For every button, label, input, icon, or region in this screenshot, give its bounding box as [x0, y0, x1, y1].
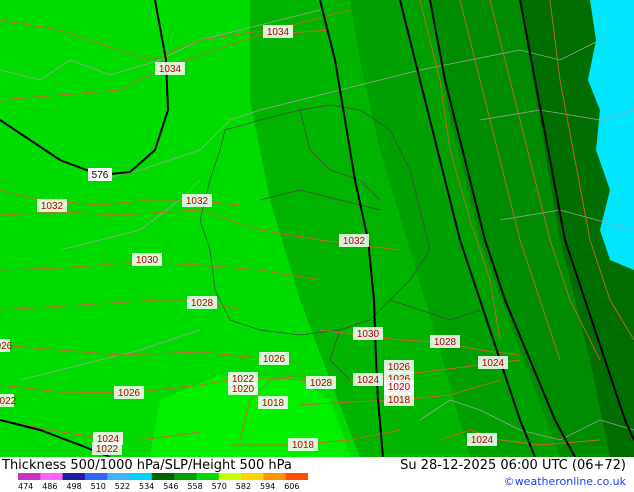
legend-swatch: [107, 473, 130, 480]
slp-label: 1032: [182, 194, 212, 207]
slp-label: 1034: [155, 62, 185, 75]
svg-text:1030: 1030: [357, 329, 380, 340]
footer: Thickness 500/1000 hPa/SLP/Height 500 hP…: [0, 457, 634, 491]
slp-label: 1026: [384, 360, 414, 373]
slp-label: 1026: [114, 386, 144, 399]
slp-label: 1034: [263, 25, 293, 38]
color-legend: 474 486 498 510 522 534 546 558 570 582 594 606: [18, 472, 308, 491]
slp-label: 1028: [430, 335, 460, 348]
map-title: Thickness 500/1000 hPa/SLP/Height 500 hP…: [2, 458, 292, 473]
svg-text:1020: 1020: [232, 384, 255, 395]
slp-label: 1022: [92, 442, 122, 455]
legend-swatch: [263, 473, 287, 480]
svg-text:1024: 1024: [357, 375, 380, 386]
svg-text:1032: 1032: [186, 196, 209, 207]
slp-label: 1018: [288, 438, 318, 451]
svg-text:1032: 1032: [343, 236, 366, 247]
slp-label: 1020: [228, 382, 258, 395]
legend-ticks: 474 486 498 510 522 534 546 558 570 582 594 606: [18, 482, 318, 492]
svg-text:1028: 1028: [310, 378, 333, 389]
credit-link[interactable]: ©weatheronline.co.uk: [504, 475, 626, 488]
svg-text:576: 576: [92, 170, 109, 181]
svg-text:1030: 1030: [136, 255, 159, 266]
svg-text:1018: 1018: [262, 398, 285, 409]
legend-swatch: [241, 473, 264, 480]
svg-text:1032: 1032: [41, 201, 64, 212]
svg-text:1026: 1026: [0, 341, 13, 352]
slp-label: 1022: [0, 394, 17, 407]
height-label: 576: [88, 168, 112, 181]
legend-swatch: [40, 473, 64, 480]
slp-label: 1032: [339, 234, 369, 247]
slp-label: 1020: [384, 380, 414, 393]
slp-label: 1028: [306, 376, 336, 389]
legend-swatch: [129, 473, 153, 480]
slp-label: 1024: [467, 433, 497, 446]
legend-swatch: [62, 473, 86, 480]
svg-text:1026: 1026: [263, 354, 286, 365]
slp-label: 1026: [259, 352, 289, 365]
svg-text:1028: 1028: [191, 298, 214, 309]
svg-text:1034: 1034: [267, 27, 290, 38]
legend-swatch: [151, 473, 175, 480]
slp-label: 1032: [37, 199, 67, 212]
svg-text:1034: 1034: [159, 64, 182, 75]
slp-label: 1024: [353, 373, 383, 386]
legend-swatch: [174, 473, 197, 480]
slp-label: 1018: [384, 393, 414, 406]
slp-label: 1028: [187, 296, 217, 309]
legend-swatch: [218, 473, 242, 480]
legend-swatch: [84, 473, 108, 480]
slp-label: 1026: [0, 339, 13, 352]
map-canvas: 1034 1034 1032 1032 1032 1030 1028 1030 …: [0, 0, 634, 458]
legend-swatch: [18, 473, 41, 480]
svg-text:1022: 1022: [0, 396, 17, 407]
slp-label: 1018: [258, 396, 288, 409]
slp-label: 1030: [132, 253, 162, 266]
weather-map: 1034 1034 1032 1032 1032 1030 1028 1030 …: [0, 0, 634, 458]
svg-text:1028: 1028: [434, 337, 457, 348]
svg-text:1022: 1022: [96, 444, 119, 455]
svg-text:1026: 1026: [388, 362, 411, 373]
forecast-datetime: Su 28-12-2025 06:00 UTC (06+72): [400, 458, 626, 473]
svg-text:1024: 1024: [482, 358, 505, 369]
slp-label: 1030: [353, 327, 383, 340]
svg-text:1026: 1026: [118, 388, 141, 399]
legend-swatch: [196, 473, 220, 480]
legend-swatch: [285, 473, 308, 480]
svg-text:1024: 1024: [471, 435, 494, 446]
svg-text:1018: 1018: [388, 395, 411, 406]
svg-text:1018: 1018: [292, 440, 315, 451]
slp-label: 1024: [478, 356, 508, 369]
svg-text:1020: 1020: [388, 382, 411, 393]
legend-bar: [18, 473, 308, 480]
